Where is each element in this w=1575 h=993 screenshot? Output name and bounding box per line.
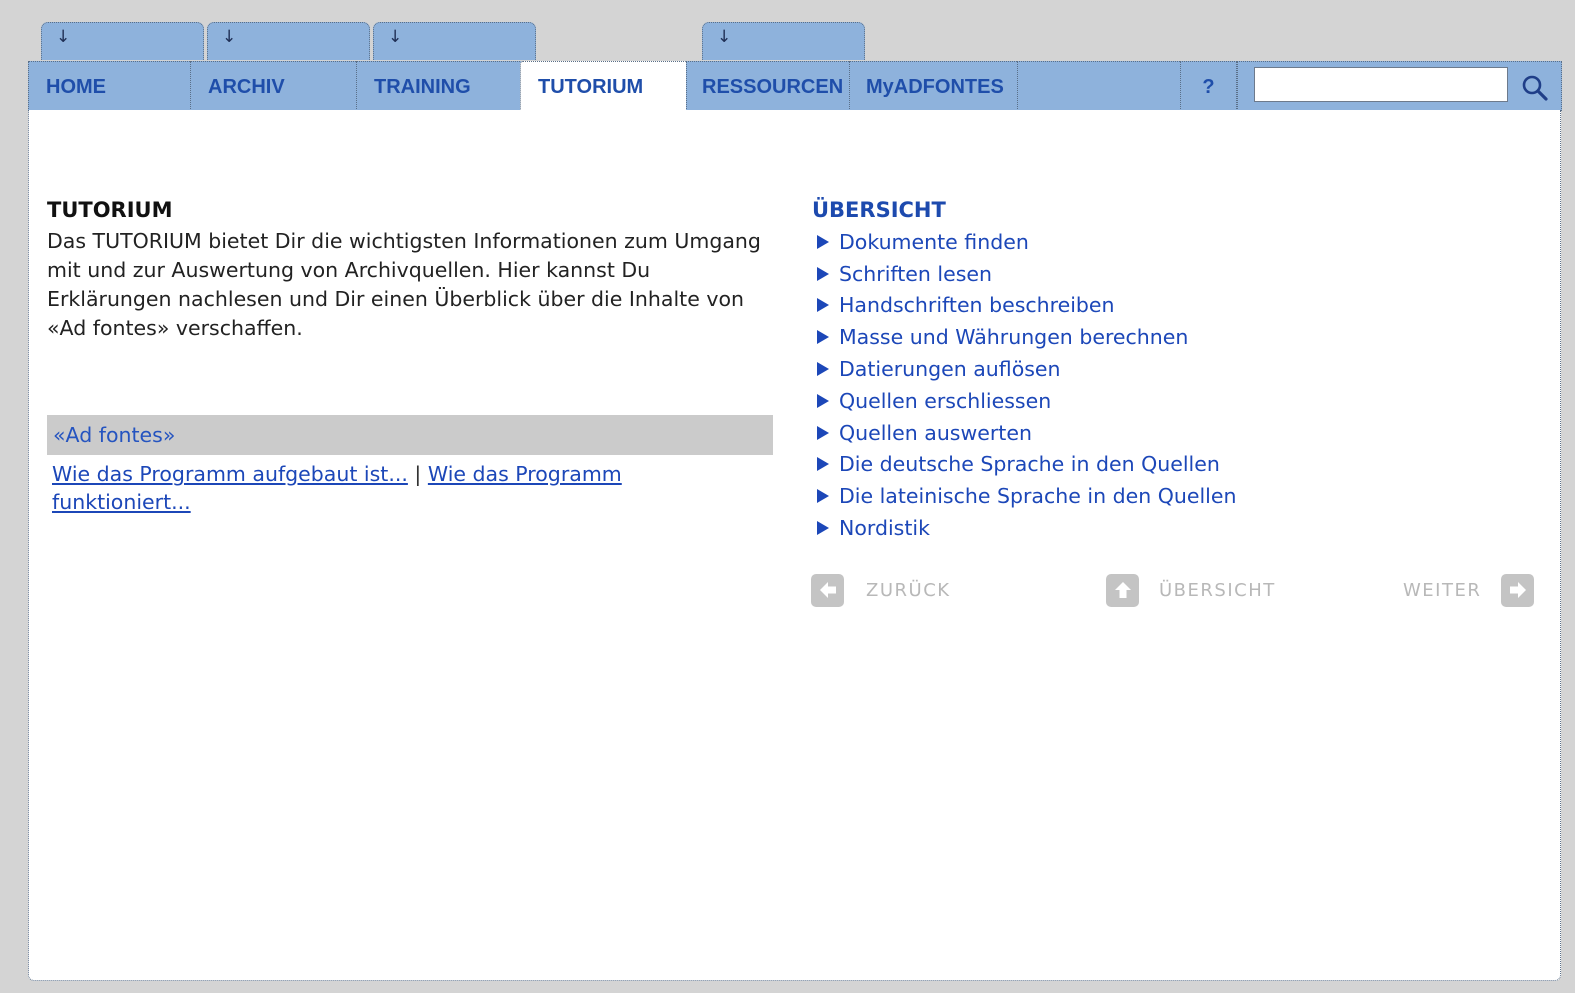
intro-text: Das TUTORIUM bietet Dir die wichtigsten … <box>47 229 761 340</box>
dropdown-tab-training[interactable]: ↓ <box>373 22 536 60</box>
triangle-right-icon <box>817 521 829 536</box>
program-links: Wie das Programm aufgebaut ist... | Wie … <box>52 460 752 516</box>
ad-fontes-header: «Ad fontes» <box>47 415 773 455</box>
link-separator: | <box>414 462 422 486</box>
arrow-down-icon: ↓ <box>717 27 732 47</box>
tab-myadfontes[interactable]: MyADFONTES <box>849 61 1019 111</box>
arrow-down-icon: ↓ <box>56 27 71 47</box>
dropdown-tab-home[interactable]: ↓ <box>41 22 204 60</box>
overview-item-label: Die deutsche Sprache in den Quellen <box>839 452 1220 477</box>
overview-item-label: Datierungen auflösen <box>839 357 1061 382</box>
search-input[interactable] <box>1254 67 1508 102</box>
overview-item-lateinische-sprache[interactable]: Die lateinische Sprache in den Quellen <box>817 480 1236 512</box>
overview-item-handschriften-beschreiben[interactable]: Handschriften beschreiben <box>817 290 1236 322</box>
overview-item-label: Handschriften beschreiben <box>839 293 1115 318</box>
tab-archiv-label: ARCHIV <box>208 76 285 98</box>
tab-training[interactable]: TRAINING <box>356 61 522 111</box>
search-icon[interactable] <box>1521 74 1549 102</box>
overview-item-label: Die lateinische Sprache in den Quellen <box>839 484 1237 509</box>
back-button[interactable]: ZURÜCK <box>811 572 951 608</box>
overview-item-datierungen[interactable]: Datierungen auflösen <box>817 353 1236 385</box>
overview-item-quellen-auswerten[interactable]: Quellen auswerten <box>817 417 1236 449</box>
overview-item-label: Quellen erschliessen <box>839 388 1052 413</box>
overview-list: Dokumente finden Schriften lesen Handsch… <box>817 226 1236 544</box>
triangle-right-icon <box>817 362 829 377</box>
tab-training-label: TRAINING <box>374 76 471 98</box>
search-bar <box>1237 61 1562 111</box>
tab-tutorium[interactable]: TUTORIUM <box>520 61 688 113</box>
overview-item-nordistik[interactable]: Nordistik <box>817 512 1236 544</box>
overview-title: ÜBERSICHT <box>812 198 946 222</box>
help-label: ? <box>1202 76 1215 98</box>
next-button[interactable]: WEITER <box>1403 572 1535 608</box>
tab-home[interactable]: HOME <box>28 61 192 111</box>
triangle-right-icon <box>817 298 829 313</box>
arrow-left-icon <box>811 573 844 607</box>
back-label: ZURÜCK <box>866 579 951 601</box>
arrow-down-icon: ↓ <box>222 27 237 47</box>
dropdown-tab-archiv[interactable]: ↓ <box>207 22 370 60</box>
overview-item-label: Dokumente finden <box>839 229 1029 254</box>
triangle-right-icon <box>817 425 829 440</box>
triangle-right-icon <box>817 489 829 504</box>
triangle-right-icon <box>817 234 829 249</box>
triangle-right-icon <box>817 266 829 281</box>
tab-ressourcen-label: RESSOURCEN <box>702 76 844 98</box>
tab-ressourcen[interactable]: RESSOURCEN <box>686 61 851 111</box>
arrow-down-icon: ↓ <box>388 27 403 47</box>
program-structure-link[interactable]: Wie das Programm aufgebaut ist... <box>52 462 408 486</box>
next-label: WEITER <box>1403 579 1482 601</box>
overview-item-schriften-lesen[interactable]: Schriften lesen <box>817 258 1236 290</box>
arrow-right-icon <box>1501 573 1535 607</box>
arrow-up-icon <box>1106 573 1139 607</box>
triangle-right-icon <box>817 457 829 472</box>
overview-item-label: Masse und Währungen berechnen <box>839 325 1189 350</box>
page-title: TUTORIUM <box>47 198 173 222</box>
dropdown-tab-ressourcen[interactable]: ↓ <box>702 22 865 60</box>
tab-tutorium-label: TUTORIUM <box>538 76 644 98</box>
overview-item-label: Schriften lesen <box>839 261 993 286</box>
overview-label: ÜBERSICHT <box>1159 579 1276 601</box>
triangle-right-icon <box>817 393 829 408</box>
triangle-right-icon <box>817 330 829 345</box>
overview-item-dokumente-finden[interactable]: Dokumente finden <box>817 226 1236 258</box>
tab-myadfontes-label: MyADFONTES <box>866 76 1004 98</box>
tab-spacer <box>1017 61 1182 111</box>
overview-item-label: Nordistik <box>839 516 930 541</box>
tab-archiv[interactable]: ARCHIV <box>190 61 358 111</box>
overview-item-label: Quellen auswerten <box>839 420 1032 445</box>
overview-item-masse-waehrungen[interactable]: Masse und Währungen berechnen <box>817 321 1236 353</box>
help-button[interactable]: ? <box>1180 61 1237 111</box>
overview-button[interactable]: ÜBERSICHT <box>1106 572 1276 608</box>
tab-home-label: HOME <box>46 76 106 98</box>
overview-item-quellen-erschliessen[interactable]: Quellen erschliessen <box>817 385 1236 417</box>
overview-item-deutsche-sprache[interactable]: Die deutsche Sprache in den Quellen <box>817 449 1236 481</box>
